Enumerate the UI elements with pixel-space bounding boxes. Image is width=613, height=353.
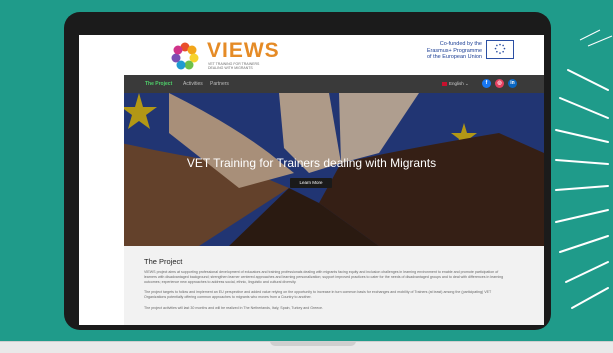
instagram-icon[interactable]: ◎ [495,79,504,88]
project-paragraph-1: VIEWS project aims at supporting profess… [144,270,504,284]
cofund-line-3: of the European Union [426,54,482,60]
section-heading: The Project [144,257,183,266]
logo-name[interactable]: VIEWS [207,39,280,63]
project-paragraph-3: The project activities will last 30 mont… [144,306,324,310]
language-label: English [449,81,464,86]
hero-title: VET Training for Trainers dealing with M… [186,156,437,170]
project-section: The Project VIEWS project aims at suppor… [124,246,544,325]
learn-more-button[interactable]: Learn More [290,178,332,188]
nav-item-the-project[interactable]: The Project [145,81,172,87]
logo-tagline: VET TRAINING FOR TRAINERS DEALING WITH M… [208,62,260,70]
hero-banner: VET Training for Trainers dealing with M… [124,93,544,246]
nav-item-partners[interactable]: Partners [210,81,229,87]
cofund-statement: Co-funded by the Erasmus+ Programme of t… [396,41,482,61]
screen-margin [79,35,124,325]
main-nav: The Project Activities Partners English … [124,75,544,93]
chevron-down-icon: ⌄ [465,81,469,86]
nav-item-activities[interactable]: Activities [183,81,203,87]
linkedin-icon[interactable]: in [508,79,517,88]
browser-screen: VIEWS VET TRAINING FOR TRAINERS DEALING … [124,35,544,325]
site-header: VIEWS VET TRAINING FOR TRAINERS DEALING … [124,35,544,75]
views-logo-icon[interactable] [170,41,200,71]
project-paragraph-2: The project targets to follow and implem… [144,290,492,299]
laptop-notch [270,341,356,346]
facebook-icon[interactable]: f [482,79,491,88]
language-select[interactable]: English ⌄ [442,81,469,87]
eu-flag-icon [486,40,514,59]
english-flag-icon [442,82,447,86]
